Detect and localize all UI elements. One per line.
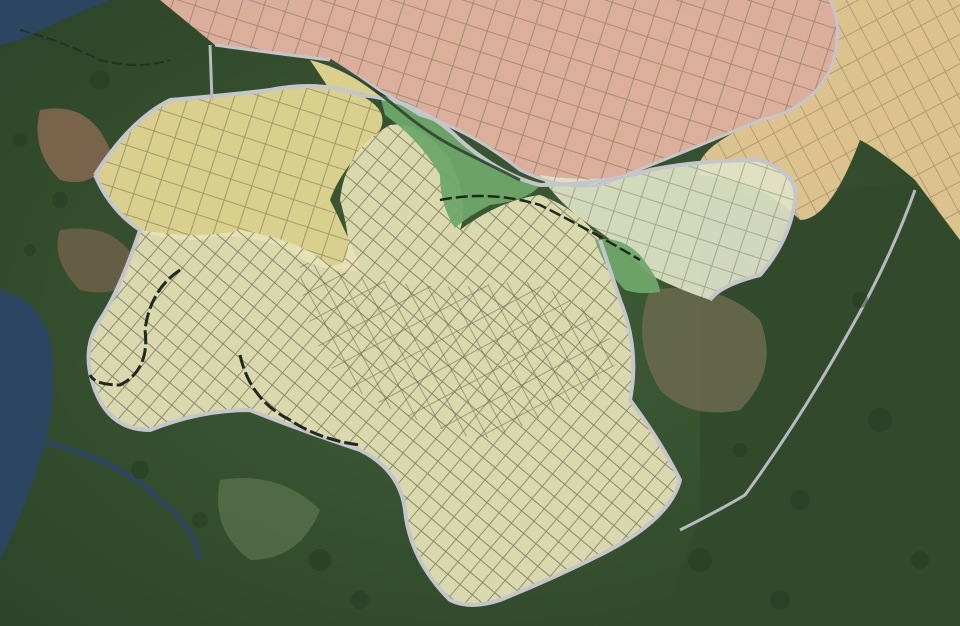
- map-canvas: [0, 0, 960, 626]
- satellite-map: [0, 0, 960, 626]
- road-north: [208, 44, 214, 101]
